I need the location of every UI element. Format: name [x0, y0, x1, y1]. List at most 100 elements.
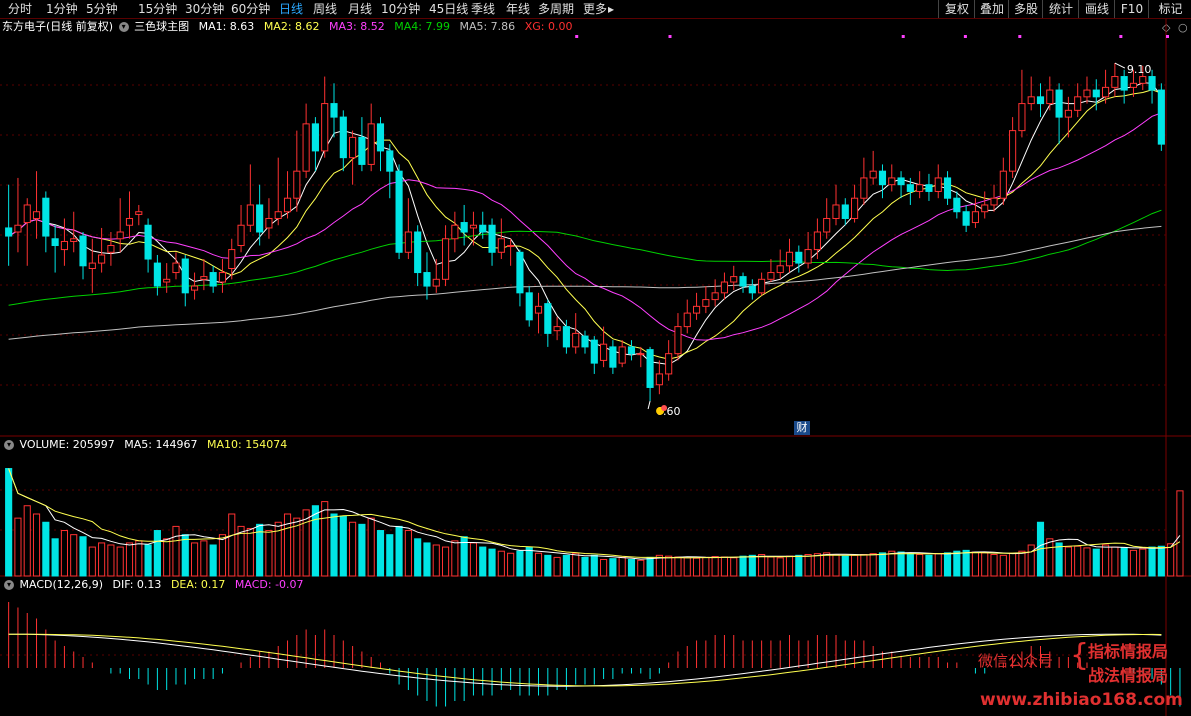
volume-bar: [934, 553, 942, 577]
volume-bar: [748, 554, 756, 577]
price-chart[interactable]: 9.106.60: [0, 0, 1191, 716]
candle-body: [906, 184, 914, 192]
candle-body: [1009, 130, 1017, 172]
volume-bar: [163, 538, 171, 577]
volume-bar: [386, 534, 394, 577]
candle-body: [971, 211, 979, 224]
volume-bar: [906, 552, 914, 577]
candle-body: [135, 211, 143, 215]
candle-body: [962, 211, 970, 226]
volume-bar: [191, 542, 199, 577]
candle-body: [51, 238, 59, 247]
candle-body: [256, 204, 264, 233]
candle-body: [191, 285, 199, 291]
volume-bar: [358, 523, 366, 577]
candle-body: [934, 177, 942, 192]
volume-bar: [841, 555, 849, 577]
candle-body: [79, 235, 87, 267]
candle-body: [785, 251, 794, 267]
volume-bar: [767, 556, 775, 577]
signal-dot: [1119, 35, 1123, 38]
volume-bar: [209, 544, 217, 577]
volume-bar: [1055, 542, 1063, 577]
volume-bar: [590, 554, 598, 577]
volume-bar: [144, 544, 152, 577]
candle-body: [376, 123, 385, 152]
candle-body: [70, 238, 78, 242]
candle-body: [144, 224, 152, 260]
volume-bar: [172, 525, 180, 577]
watermark-line2: 战法情报局: [1088, 666, 1169, 685]
volume-bar: [851, 554, 859, 577]
volume-bar: [544, 554, 552, 577]
candle-body: [209, 272, 217, 287]
candle-body: [1036, 96, 1045, 105]
candle-body: [497, 238, 505, 253]
candle-body: [274, 211, 282, 219]
candle-body: [1120, 76, 1128, 91]
volume-bar: [525, 546, 533, 577]
candle-body: [414, 231, 422, 274]
candle-body: [795, 251, 803, 264]
candle-body: [125, 217, 134, 226]
signal-dot: [1166, 35, 1169, 38]
candle-body: [311, 123, 319, 152]
candle-body: [488, 224, 496, 253]
volume-bar: [479, 546, 487, 577]
volume-bar: [5, 468, 13, 577]
candle-body: [730, 276, 738, 283]
candle-body: [358, 136, 366, 165]
candle-body: [981, 204, 989, 213]
volume-bar: [1018, 550, 1026, 577]
signal-dot: [668, 35, 672, 38]
candle-body: [692, 305, 701, 314]
candle-body: [507, 245, 515, 248]
candle-body: [42, 197, 50, 237]
watermark: 微信公众号 { 指标情报局 战法情报局 www.zhibiao168.com: [978, 638, 1188, 714]
volume-bar: [60, 530, 68, 577]
volume-bar: [692, 557, 701, 577]
candle-body: [1129, 82, 1138, 88]
volume-bar: [1167, 543, 1175, 577]
volume-bar: [1046, 538, 1054, 577]
candle-body: [1027, 96, 1035, 105]
candle-body: [851, 197, 859, 219]
volume-bar: [265, 530, 273, 577]
candle-body: [702, 299, 710, 307]
volume-bar: [116, 546, 124, 577]
volume-bar: [451, 540, 459, 577]
volume-bar: [200, 540, 208, 577]
candle-body: [776, 265, 784, 274]
volume-bar: [981, 552, 989, 577]
volume-bar: [228, 513, 236, 577]
financial-report-marker[interactable]: 财: [794, 421, 810, 435]
candle-body: [1148, 76, 1156, 91]
candle-body: [1074, 96, 1082, 111]
candle-body: [1111, 76, 1119, 88]
volume-bar: [1148, 546, 1156, 577]
candle-body: [432, 278, 440, 287]
volume-bar: [720, 556, 729, 577]
volume-bar: [339, 515, 347, 577]
candle-body: [172, 262, 180, 274]
volume-bar: [404, 530, 412, 577]
volume-bar: [813, 553, 821, 577]
volume-bar: [832, 554, 840, 577]
volume-bar: [878, 552, 887, 577]
candle-body: [1064, 109, 1072, 118]
candle-body: [516, 251, 524, 294]
candle-body: [302, 123, 310, 172]
volume-bar: [70, 534, 78, 577]
candle-body: [609, 346, 617, 368]
candle-body: [460, 222, 468, 233]
candle-body: [767, 272, 775, 280]
volume-bar: [88, 546, 96, 577]
candle-body: [293, 170, 301, 199]
volume-bar: [1120, 547, 1128, 577]
candle-body: [627, 346, 636, 355]
signal-dot: [963, 35, 967, 38]
volume-bar: [423, 542, 431, 577]
volume-bar: [1092, 548, 1100, 577]
candle-body: [339, 116, 347, 159]
candle-body: [107, 245, 115, 253]
